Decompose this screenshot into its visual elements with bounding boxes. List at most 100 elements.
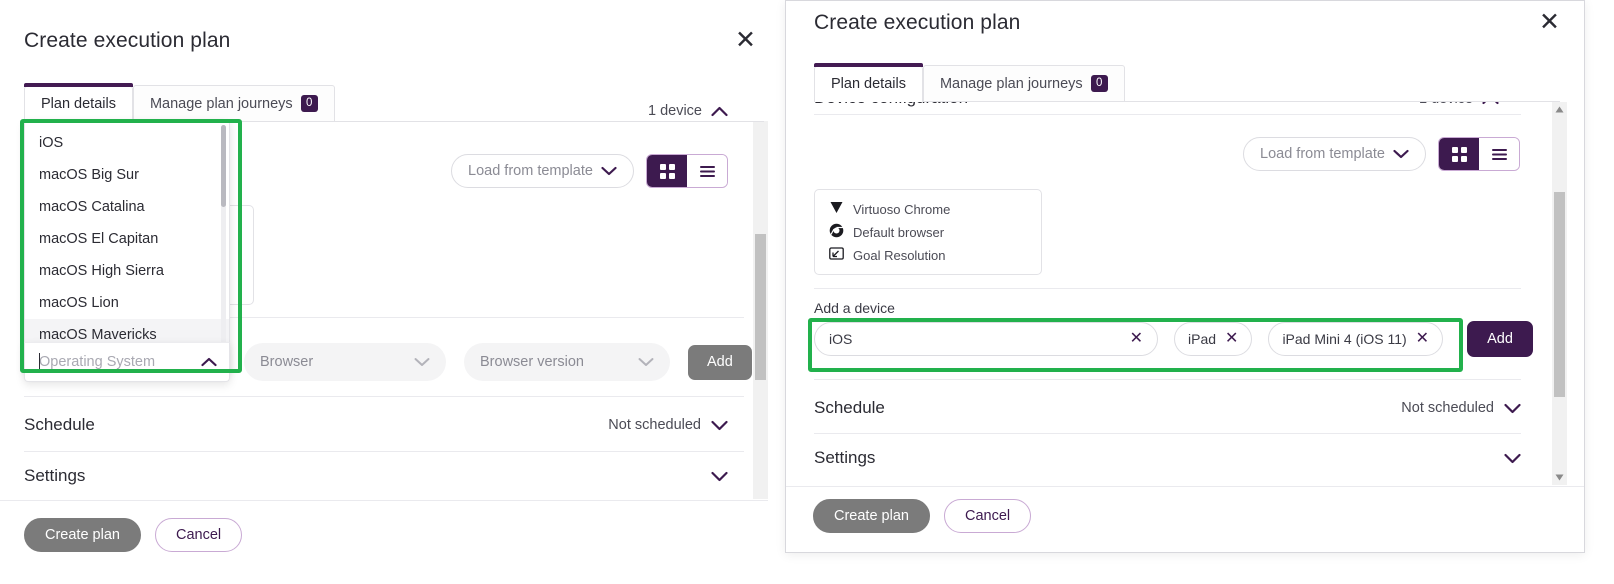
text-caret xyxy=(39,353,40,373)
right-scrollbar-thumb[interactable] xyxy=(1554,192,1565,397)
left-schedule-section[interactable]: Schedule Not scheduled xyxy=(24,415,728,435)
clear-icon[interactable]: ✕ xyxy=(1130,331,1143,347)
chevron-down-icon xyxy=(1504,403,1521,414)
os-dropdown-list[interactable]: iOS macOS Big Sur macOS Catalina macOS E… xyxy=(24,120,230,372)
right-device-count-label: 1 device xyxy=(1419,102,1473,107)
list-view-icon[interactable] xyxy=(1479,138,1519,170)
chevron-up-icon[interactable] xyxy=(201,357,217,367)
device-chip[interactable]: iPad Mini 4 (iOS 11) ✕ xyxy=(1268,322,1444,356)
right-schedule-section[interactable]: Schedule Not scheduled xyxy=(814,398,1521,418)
tab-journeys-badge: 0 xyxy=(300,95,318,112)
right-load-from-template-select[interactable]: Load from template xyxy=(1243,137,1426,171)
device-chip[interactable]: iPad ✕ xyxy=(1174,322,1253,356)
grid-view-icon[interactable] xyxy=(647,155,687,187)
tab-plan-details-label: Plan details xyxy=(41,96,116,112)
add-device-button[interactable]: Add xyxy=(1467,321,1533,357)
left-scrollbar-track[interactable] xyxy=(753,121,768,499)
list-view-icon[interactable] xyxy=(687,155,727,187)
right-create-plan-button[interactable]: Create plan xyxy=(813,499,930,533)
left-schedule-label: Schedule xyxy=(24,415,95,434)
right-footer-divider xyxy=(786,486,1584,487)
tab-plan-details[interactable]: Plan details xyxy=(814,63,923,102)
left-schedule-value-group: Not scheduled xyxy=(608,417,728,433)
left-create-execution-plan-dialog: Create execution plan ✕ Plan details Man… xyxy=(0,0,780,584)
left-settings-section[interactable]: Settings xyxy=(24,466,728,486)
left-divider-2 xyxy=(24,396,744,397)
scroll-up-arrow-icon[interactable] xyxy=(1552,102,1567,117)
device-card-row: Default browser xyxy=(829,223,1027,241)
left-create-plan-button[interactable]: Create plan xyxy=(24,518,141,552)
right-load-from-template-label: Load from template xyxy=(1260,146,1385,162)
tab-plan-details-label: Plan details xyxy=(831,76,906,92)
virtuoso-logo-icon xyxy=(829,200,844,218)
left-footer-divider xyxy=(0,500,768,501)
device-card-row-label: Virtuoso Chrome xyxy=(853,201,951,217)
os-option[interactable]: macOS El Capitan xyxy=(25,223,229,255)
right-dialog-footer: Create plan Cancel xyxy=(813,499,1032,533)
device-chip-label: iPad xyxy=(1188,331,1217,347)
os-option[interactable]: iOS xyxy=(25,127,229,159)
chevron-up-icon xyxy=(711,106,728,117)
left-schedule-value: Not scheduled xyxy=(608,417,701,433)
left-browser-version-select[interactable]: Browser version xyxy=(464,343,670,381)
right-toolbar: Load from template xyxy=(1243,137,1520,171)
tab-manage-plan-journeys-label: Manage plan journeys xyxy=(939,75,1083,92)
left-divider-3 xyxy=(24,451,744,452)
os-dropdown-scroll-track[interactable] xyxy=(221,125,226,369)
right-tab-bar: Plan details Manage plan journeys 0 xyxy=(814,63,1560,102)
tab-plan-details[interactable]: Plan details xyxy=(24,83,133,122)
operating-system-input[interactable]: Operating System xyxy=(24,342,230,382)
right-schedule-label: Schedule xyxy=(814,398,885,417)
screen-root: Create execution plan ✕ Plan details Man… xyxy=(0,0,1614,584)
left-browser-select[interactable]: Browser xyxy=(244,343,446,381)
scroll-down-arrow-icon[interactable] xyxy=(1552,470,1567,485)
chrome-browser-icon xyxy=(829,223,844,241)
left-page-title: Create execution plan xyxy=(24,28,231,52)
left-load-from-template-select[interactable]: Load from template xyxy=(451,154,634,188)
right-page-title: Create execution plan xyxy=(814,10,1021,34)
os-option[interactable]: macOS Lion xyxy=(25,287,229,319)
right-schedule-value: Not scheduled xyxy=(1401,400,1494,416)
device-card-row-label: Goal Resolution xyxy=(853,247,946,263)
right-divider-1 xyxy=(814,288,1521,289)
device-config-card[interactable]: Virtuoso Chrome Default browser Goal Res… xyxy=(814,189,1042,275)
right-dialog-body: Device configuration 1 device Load from … xyxy=(787,102,1567,485)
os-option[interactable]: macOS Big Sur xyxy=(25,159,229,191)
right-divider-2 xyxy=(814,379,1521,380)
right-divider-3 xyxy=(814,433,1521,434)
left-browser-version-label: Browser version xyxy=(480,354,584,370)
remove-chip-icon[interactable]: ✕ xyxy=(1416,331,1429,347)
right-header-divider xyxy=(814,114,1521,115)
grid-view-icon[interactable] xyxy=(1439,138,1479,170)
left-cancel-button[interactable]: Cancel xyxy=(154,518,243,552)
tab-manage-plan-journeys[interactable]: Manage plan journeys 0 xyxy=(132,85,335,122)
right-settings-section[interactable]: Settings xyxy=(814,448,1521,468)
close-icon[interactable]: ✕ xyxy=(735,28,756,53)
operating-system-placeholder: Operating System xyxy=(39,354,156,370)
left-device-count-row[interactable]: 1 device xyxy=(648,103,728,119)
left-device-count-label: 1 device xyxy=(647,103,702,119)
os-dropdown-scroll-thumb[interactable] xyxy=(221,125,226,207)
left-toolbar: Load from template xyxy=(451,154,728,188)
add-a-device-label: Add a device xyxy=(814,300,895,316)
device-card-row: Goal Resolution xyxy=(829,246,1027,264)
right-tab-underline xyxy=(814,101,1560,102)
tab-manage-plan-journeys[interactable]: Manage plan journeys 0 xyxy=(922,65,1125,102)
right-settings-label: Settings xyxy=(814,448,876,467)
resolution-icon xyxy=(829,246,844,264)
os-option[interactable]: macOS Catalina xyxy=(25,191,229,223)
right-scrollbar-track[interactable] xyxy=(1552,102,1567,485)
os-option[interactable]: macOS High Sierra xyxy=(25,255,229,287)
left-add-device-button[interactable]: Add xyxy=(688,344,752,380)
close-icon[interactable]: ✕ xyxy=(1539,10,1560,35)
right-cancel-button[interactable]: Cancel xyxy=(943,499,1032,533)
right-device-count-row[interactable]: 1 device xyxy=(1419,102,1499,107)
device-chip-label: iPad Mini 4 (iOS 11) xyxy=(1282,331,1407,347)
device-os-input[interactable]: iOS ✕ xyxy=(814,322,1158,356)
chevron-down-icon xyxy=(1504,453,1521,464)
remove-chip-icon[interactable]: ✕ xyxy=(1225,331,1238,347)
right-schedule-value-group: Not scheduled xyxy=(1401,400,1521,416)
left-scrollbar-thumb[interactable] xyxy=(755,234,766,380)
device-card-row-label: Default browser xyxy=(853,224,945,240)
chevron-down-icon xyxy=(711,420,728,431)
